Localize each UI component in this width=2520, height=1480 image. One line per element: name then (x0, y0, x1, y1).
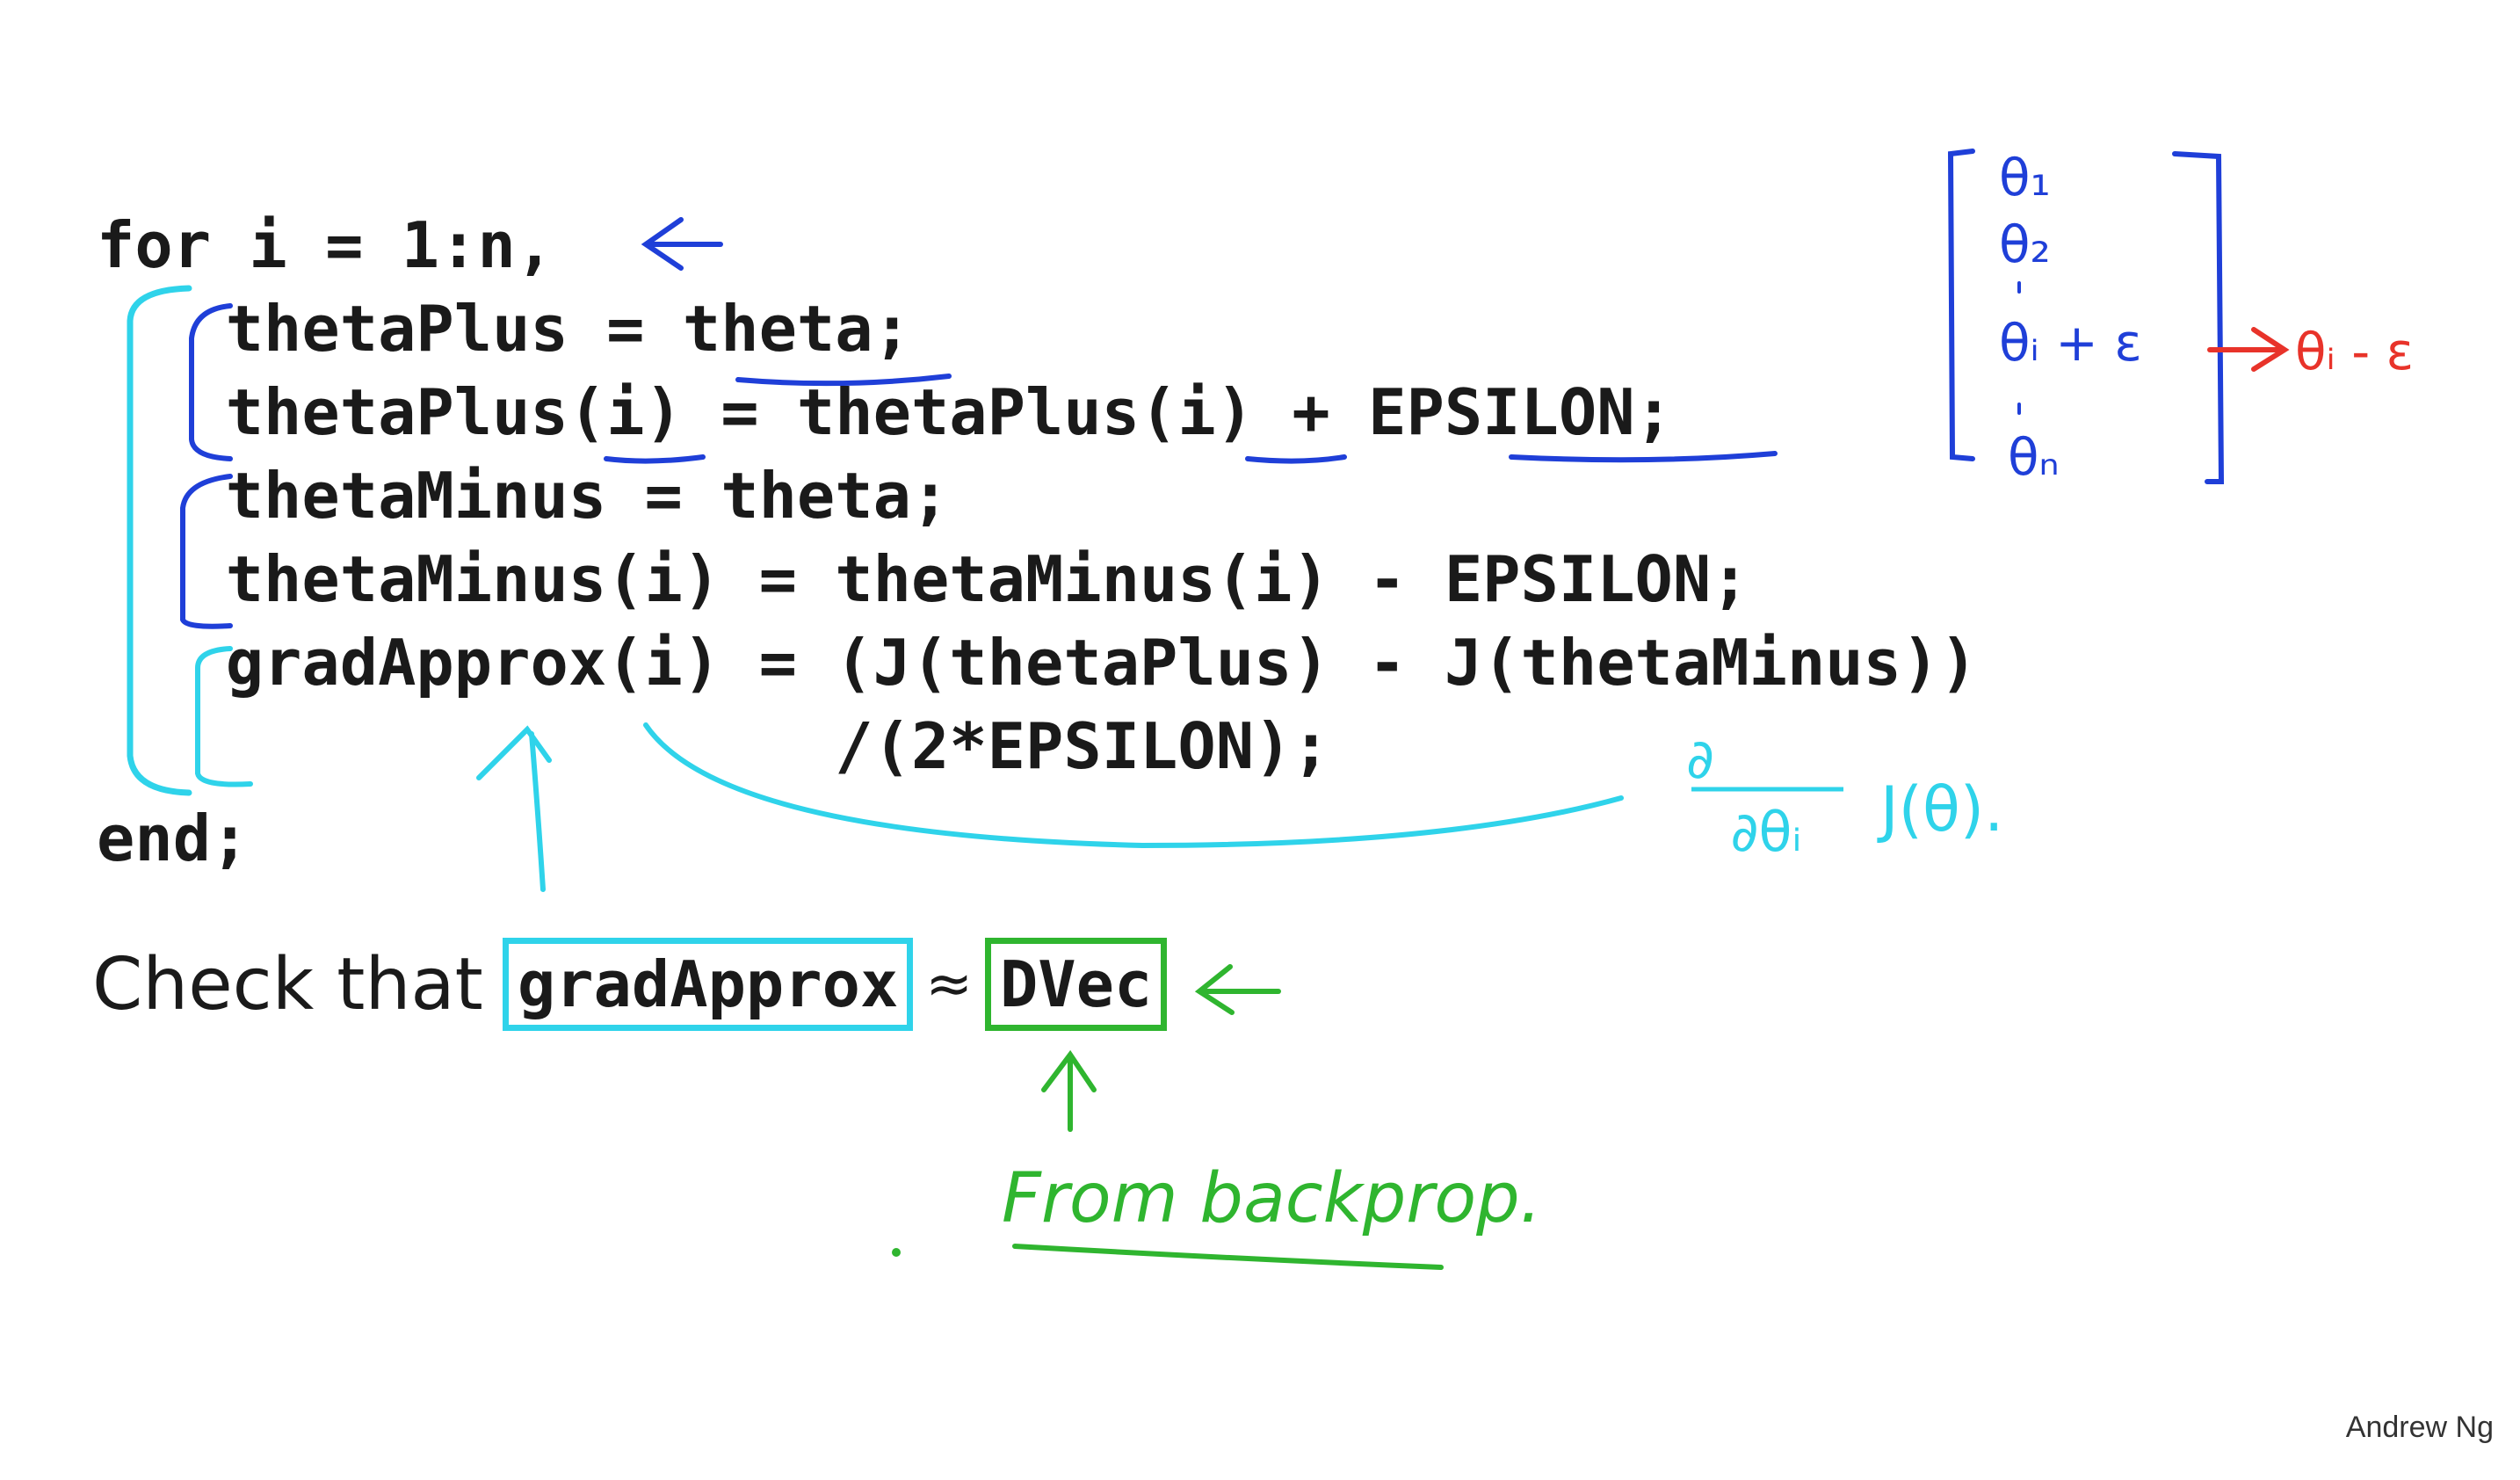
matrix-left-bracket (1947, 149, 1975, 461)
from-backprop-underline (1012, 1244, 1444, 1270)
gradapprox-to-derivative-curve (643, 722, 1624, 849)
partial-derivative-annotation: ∂ ∂θᵢ J(θ). (1686, 727, 2003, 864)
theta-vector-entries: θ₁ θ₂ θᵢ + ε θₙ (1999, 148, 2142, 487)
handwritten-annotations: ∂ ∂θᵢ J(θ). From backprop. θ₁ θ₂ θᵢ + ε … (127, 148, 2414, 1270)
theta-1-entry: θ₁ (1999, 148, 2051, 207)
gradapprox-up-arrow-icon (476, 725, 552, 892)
loop-body-bracket (127, 285, 192, 796)
gradapprox-bracket (195, 646, 253, 787)
partial-numerator: ∂ (1686, 727, 1714, 791)
theta-n-entry: θₙ (2008, 427, 2060, 487)
slide: for i = 1:n, thetaPlus = theta; thetaPlu… (0, 0, 2520, 1480)
dvec-arrow-icon (1194, 964, 1281, 1015)
backprop-up-arrow-icon (1041, 1049, 1097, 1132)
author-credit: Andrew Ng (2345, 1411, 2494, 1444)
j-theta-text: J(θ). (1877, 773, 2003, 845)
partial-denominator: ∂θᵢ (1730, 800, 1801, 864)
stray-dot (892, 1248, 901, 1257)
underlines-blue (604, 374, 1778, 464)
theta-i-minus-text: θᵢ - ε (2295, 322, 2414, 381)
for-loop-arrow-icon (641, 217, 723, 271)
thetaplus-bracket (189, 303, 233, 461)
theta-2-entry: θ₂ (1999, 214, 2051, 274)
theta-i-plus-entry: θᵢ + ε (1999, 313, 2142, 373)
matrix-right-bracket (2172, 151, 2225, 484)
from-backprop-text: From backprop. (1002, 1159, 1541, 1238)
thetaminus-bracket (180, 474, 233, 629)
